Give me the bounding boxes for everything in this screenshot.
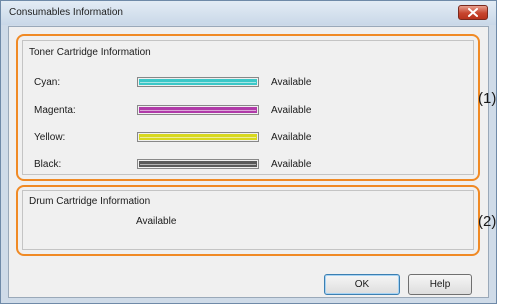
title-bar[interactable]: Consumables Information xyxy=(1,1,496,25)
help-button[interactable]: Help xyxy=(408,274,472,295)
ok-button[interactable]: OK xyxy=(324,274,400,295)
close-icon xyxy=(468,8,478,17)
callout-box-2 xyxy=(16,185,480,256)
close-button[interactable] xyxy=(458,5,488,20)
callout-label-1: (1) xyxy=(478,90,497,107)
window-title: Consumables Information xyxy=(9,7,123,18)
dialog-window: Consumables Information Toner Cartridge … xyxy=(0,0,497,304)
dialog-client-area: Toner Cartridge Information Cyan: Availa… xyxy=(8,26,489,298)
callout-label-2: (2) xyxy=(478,213,497,230)
callout-box-1 xyxy=(16,34,480,181)
